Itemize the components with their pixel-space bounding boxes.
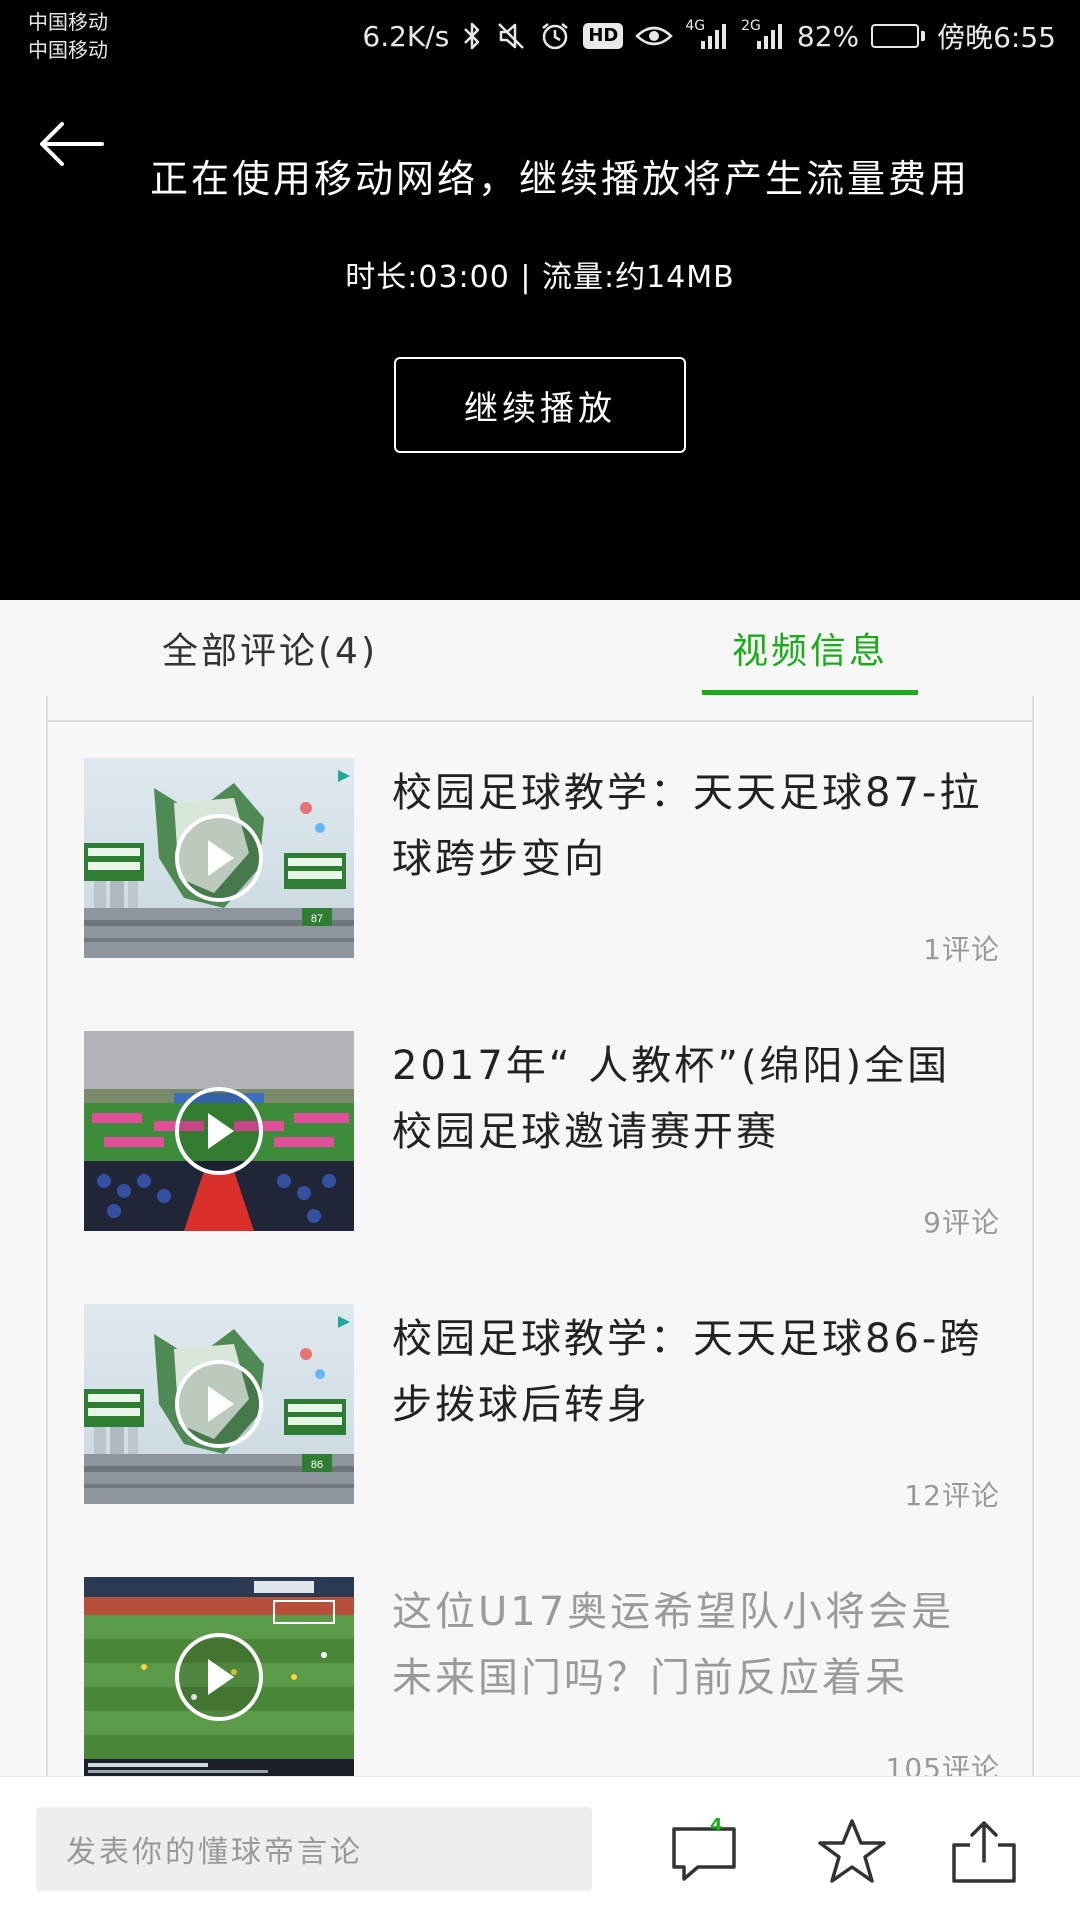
- carrier-2: 中国移动: [28, 38, 108, 62]
- play-icon: [175, 1360, 263, 1448]
- comments-button[interactable]: [668, 1817, 744, 1887]
- bottom-action-bar: 发表你的懂球帝言论 4: [0, 1776, 1080, 1920]
- tab-video-info[interactable]: 视频信息: [702, 600, 918, 696]
- video-title: 校园足球教学：天天足球86-跨步拨球后转身: [392, 1316, 983, 1428]
- battery-icon: [871, 24, 926, 48]
- video-thumbnail: 86: [84, 1304, 354, 1504]
- comment-input[interactable]: 发表你的懂球帝言论: [36, 1807, 592, 1891]
- video-thumbnail: [84, 1031, 354, 1231]
- video-thumbnail: 87: [84, 758, 354, 958]
- status-bar: 中国移动 中国移动 6.2K/s HD 4G 2G 82% 傍晚6:55: [0, 0, 1080, 72]
- net-2g-label: 2G: [741, 18, 761, 34]
- comment-bubble-icon: [672, 1827, 736, 1881]
- alarm-icon: [539, 18, 571, 54]
- carrier-info: 中国移动 中国移动: [28, 8, 108, 64]
- list-item[interactable]: 86 校园足球教学：天天足球86-跨步拨球后转身 12评论: [84, 1304, 1004, 1512]
- list-item[interactable]: 这位U17奥运希望队小将会是未来国门吗？门前反应着呆 105评论: [84, 1577, 1004, 1776]
- eye-icon: [635, 18, 674, 54]
- clock: 傍晚6:55: [937, 21, 1056, 54]
- status-icons: 6.2K/s HD 4G 2G 82% 傍晚6:55: [362, 14, 1056, 58]
- star-icon: [818, 1819, 886, 1883]
- mute-icon: [495, 18, 527, 54]
- signal-4g-icon: 4G: [685, 18, 729, 54]
- thumb-episode-number: 87: [311, 913, 323, 925]
- favorite-button[interactable]: [814, 1817, 890, 1887]
- play-icon: [175, 814, 263, 902]
- tab-bar: 全部评论(4) 视频信息: [0, 600, 1080, 696]
- play-icon: [175, 1633, 263, 1721]
- comment-count: 9评论: [923, 1206, 1000, 1239]
- carrier-1: 中国移动: [28, 10, 108, 34]
- play-icon: [175, 1087, 263, 1175]
- comment-count: 1评论: [923, 933, 1000, 966]
- share-icon: [952, 1821, 1016, 1883]
- list-frame-divider: [46, 720, 1034, 722]
- share-button[interactable]: [946, 1817, 1022, 1887]
- net-4g-label: 4G: [685, 18, 706, 34]
- duration-traffic-info: 时长:03:00 | 流量:约14MB: [345, 260, 735, 295]
- video-title: 这位U17奥运希望队小将会是未来国门吗？门前反应着呆: [392, 1589, 955, 1701]
- thumb-episode-number: 86: [311, 1459, 323, 1471]
- app-root: 中国移动 中国移动 6.2K/s HD 4G 2G 82% 傍晚6:55 正在使…: [0, 0, 1080, 1920]
- net-speed: 6.2K/s: [362, 19, 450, 53]
- battery-percent: 82%: [796, 19, 860, 53]
- comment-count: 12评论: [904, 1479, 1000, 1512]
- signal-2g-icon: 2G: [741, 18, 785, 54]
- comment-count: 105评论: [885, 1752, 1000, 1776]
- list-item[interactable]: 87 校园足球教学：天天足球87-拉球跨步变向 1评论: [84, 758, 1004, 966]
- tab-all-comments[interactable]: 全部评论(4): [120, 600, 420, 696]
- mobile-data-warning: 正在使用移动网络，继续播放将产生流量费用: [149, 157, 970, 201]
- bluetooth-icon: [461, 18, 483, 54]
- video-list[interactable]: 87 校园足球教学：天天足球87-拉球跨步变向 1评论 2017年“ 人教杯”(…: [0, 696, 1080, 1776]
- video-thumbnail: [84, 1577, 354, 1776]
- active-tab-indicator: [702, 690, 918, 695]
- list-item[interactable]: 2017年“ 人教杯”(绵阳)全国校园足球邀请赛开赛 9评论: [84, 1031, 1004, 1239]
- video-title: 2017年“ 人教杯”(绵阳)全国校园足球邀请赛开赛: [392, 1043, 951, 1155]
- video-player: 中国移动 中国移动 6.2K/s HD 4G 2G 82% 傍晚6:55 正在使…: [0, 0, 1080, 600]
- hd-icon: HD: [583, 18, 624, 54]
- comment-count-badge: 4: [710, 1815, 723, 1836]
- video-title: 校园足球教学：天天足球87-拉球跨步变向: [392, 770, 983, 882]
- continue-play-button[interactable]: 继续播放: [394, 357, 686, 453]
